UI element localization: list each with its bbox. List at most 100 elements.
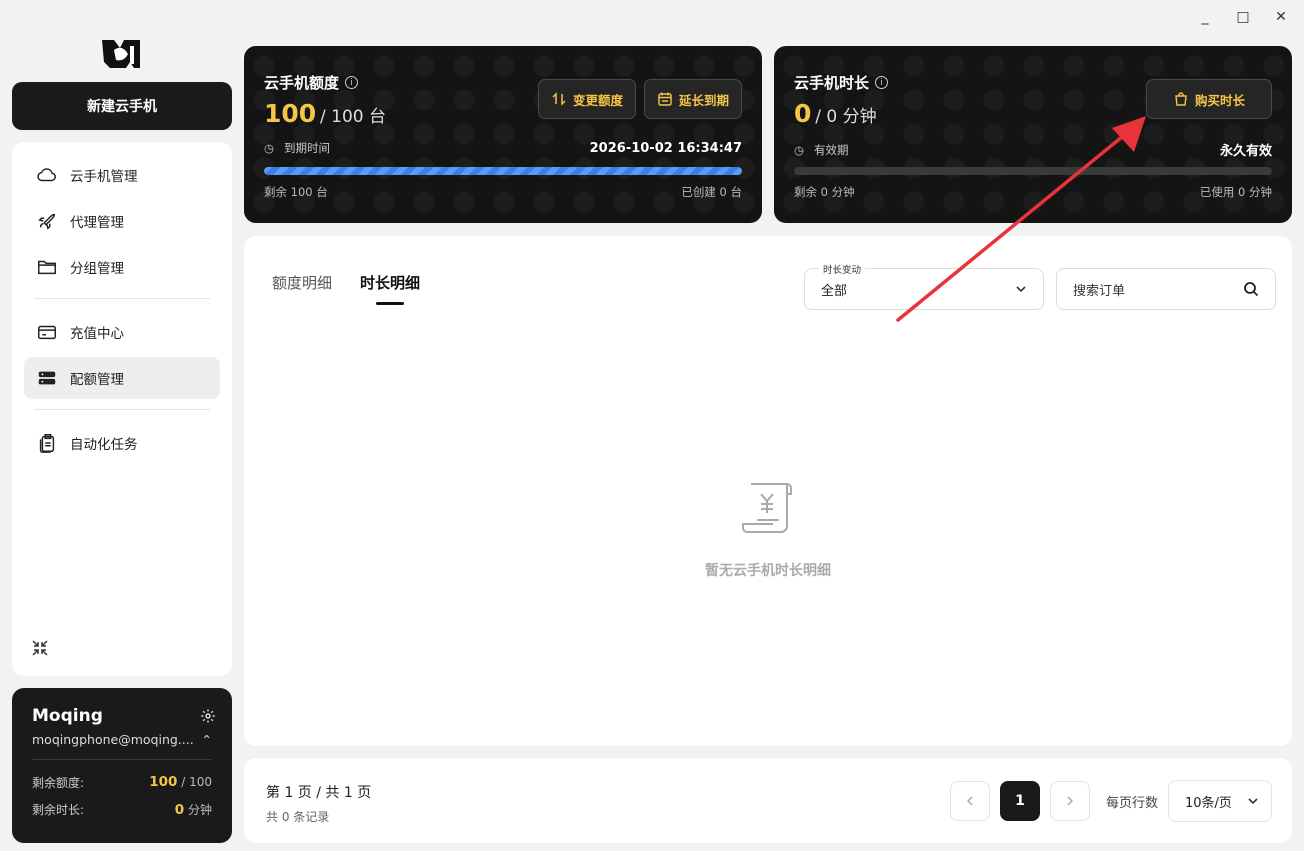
- sidebar-item-label: 充值中心: [70, 326, 124, 342]
- receipt-icon: [742, 483, 792, 533]
- sidebar-item-label: 云手机管理: [70, 169, 138, 185]
- sidebar-item-label: 分组管理: [70, 261, 124, 277]
- empty-state: 暂无云手机时长明细: [244, 480, 1292, 580]
- tab-quota-detail[interactable]: 额度明细: [272, 272, 332, 305]
- page-info: 第 1 页 / 共 1 页 共 0 条记录: [266, 782, 371, 825]
- filter-value: 全部: [821, 283, 848, 299]
- server-icon: [38, 371, 56, 385]
- close-button[interactable]: ✕: [1272, 8, 1290, 26]
- time-amount-total: / 0 分钟: [815, 107, 877, 127]
- gear-icon[interactable]: [200, 708, 216, 724]
- search-orders-input[interactable]: 搜索订单: [1056, 268, 1276, 310]
- quota-value: 100: [149, 774, 178, 790]
- prev-page-button[interactable]: [949, 781, 990, 821]
- change-quota-label: 变更额度: [572, 92, 623, 108]
- per-page-value: 10条/页: [1185, 795, 1232, 811]
- card-icon: [38, 325, 56, 340]
- tab-time-detail[interactable]: 时长明细: [360, 272, 420, 305]
- info-icon[interactable]: i: [345, 76, 359, 89]
- quota-remaining: 剩余 100 台: [264, 185, 328, 199]
- info-icon[interactable]: i: [875, 76, 889, 89]
- chevron-right-icon: [1067, 796, 1074, 806]
- sidebar-item-automation[interactable]: 自动化任务: [24, 422, 220, 464]
- next-page-button[interactable]: [1049, 781, 1090, 821]
- app-logo: [102, 40, 140, 68]
- sidebar-item-label: 代理管理: [70, 215, 124, 231]
- quota-progress-bar: [264, 167, 742, 175]
- sidebar-item-quota[interactable]: 配额管理: [24, 357, 220, 399]
- collapse-icon[interactable]: [30, 638, 50, 658]
- sidebar-item-recharge[interactable]: 充值中心: [24, 311, 220, 353]
- minimize-button[interactable]: _: [1196, 8, 1214, 26]
- pager: 1 每页行数 10条/页: [949, 780, 1272, 822]
- empty-text: 暂无云手机时长明细: [705, 563, 831, 579]
- valid-value: 永久有效: [1219, 144, 1272, 159]
- time-stats: 剩余 0 分钟 已使用 0 分钟: [794, 184, 1272, 200]
- record-count: 共 0 条记录: [266, 810, 330, 824]
- cloud-icon: [37, 168, 56, 182]
- expire-value: 2026-10-02 16:34:47: [589, 140, 742, 156]
- filter-label: 时长变动: [819, 262, 866, 276]
- clipboard-icon: [39, 434, 55, 453]
- folder-icon: [38, 260, 56, 275]
- search-placeholder: 搜索订单: [1073, 283, 1126, 299]
- quota-label: 剩余额度:: [32, 776, 85, 790]
- time-row: 剩余时长: 0 分钟: [32, 801, 212, 818]
- chevron-down-icon: [1016, 286, 1026, 293]
- calendar-icon: [658, 92, 672, 106]
- shopping-bag-icon: [1175, 92, 1187, 106]
- valid-row: ◷ 有效期 永久有效: [794, 140, 1272, 160]
- quota-actions: 变更额度 延长到期: [537, 79, 742, 119]
- time-label: 剩余时长:: [32, 803, 85, 817]
- clock-icon: ◷: [794, 142, 805, 157]
- window-controls: _ □ ✕: [1196, 8, 1290, 26]
- quota-created: 已创建 0 台: [681, 185, 742, 199]
- time-used: 已使用 0 分钟: [1199, 185, 1272, 199]
- search-icon[interactable]: [1243, 281, 1259, 297]
- user-email: moqingphone@moqing....: [32, 732, 194, 747]
- quota-title-text: 云手机额度: [264, 74, 340, 92]
- detail-panel: 额度明细 时长明细 时长变动 全部 搜索订单 暂无云手机时长明细: [244, 236, 1292, 746]
- page-summary: 第 1 页 / 共 1 页: [266, 785, 372, 801]
- time-progress-bar: [794, 167, 1272, 175]
- per-page-select[interactable]: 10条/页: [1168, 780, 1272, 822]
- time-actions: 购买时长: [1146, 79, 1272, 119]
- user-name: Moqing: [32, 706, 103, 726]
- page-button-current[interactable]: 1: [999, 781, 1040, 821]
- sidebar-item-proxy[interactable]: 代理管理: [24, 200, 220, 242]
- detail-tabs: 额度明细 时长明细: [272, 272, 420, 305]
- time-title-text: 云手机时长: [794, 74, 870, 92]
- quota-amount-total: / 100 台: [320, 107, 386, 127]
- buy-time-button[interactable]: 购买时长: [1146, 79, 1272, 119]
- time-change-filter[interactable]: 时长变动 全部: [804, 262, 1044, 310]
- time-value: 0: [174, 802, 185, 818]
- valid-label: 有效期: [814, 142, 849, 157]
- sidebar-item-label: 自动化任务: [70, 437, 138, 453]
- user-card: Moqing moqingphone@moqing.... ⌃ 剩余额度: 10…: [12, 688, 232, 843]
- sidebar-nav: 云手机管理 代理管理 分组管理 充值中心 配额管理 自动化任务: [12, 142, 232, 676]
- per-page-label: 每页行数: [1105, 795, 1158, 811]
- rocket-icon: [38, 213, 56, 230]
- change-quota-button[interactable]: 变更额度: [537, 79, 636, 119]
- quota-amount-value: 100: [264, 99, 317, 128]
- quota-total: / 100: [181, 775, 212, 789]
- pagination-bar: 第 1 页 / 共 1 页 共 0 条记录 1 每页行数 10条/页: [244, 758, 1292, 843]
- time-amount-value: 0: [794, 99, 812, 128]
- quota-stats: 剩余 100 台 已创建 0 台: [264, 184, 742, 200]
- sidebar-item-cloud-phones[interactable]: 云手机管理: [24, 154, 220, 196]
- nav-divider: [34, 409, 210, 410]
- maximize-button[interactable]: □: [1234, 8, 1252, 26]
- time-remaining: 剩余 0 分钟: [794, 185, 855, 199]
- extend-expiry-button[interactable]: 延长到期: [643, 79, 742, 119]
- chevron-updown-icon: ⌃: [201, 732, 212, 747]
- clock-icon: ◷: [264, 141, 275, 155]
- new-cloud-phone-button[interactable]: 新建云手机: [12, 82, 232, 130]
- time-card: 云手机时长 i 0 / 0 分钟 购买时长 ◷ 有效期 永久有效 剩余 0 分钟 …: [774, 46, 1292, 223]
- quota-progress-fill: [264, 167, 742, 175]
- sidebar-item-groups[interactable]: 分组管理: [24, 246, 220, 288]
- account-switcher[interactable]: moqingphone@moqing.... ⌃: [32, 732, 212, 747]
- nav-divider: [34, 298, 210, 299]
- chevron-left-icon: [966, 796, 973, 806]
- chevron-down-icon: [1248, 798, 1258, 805]
- divider: [32, 759, 212, 760]
